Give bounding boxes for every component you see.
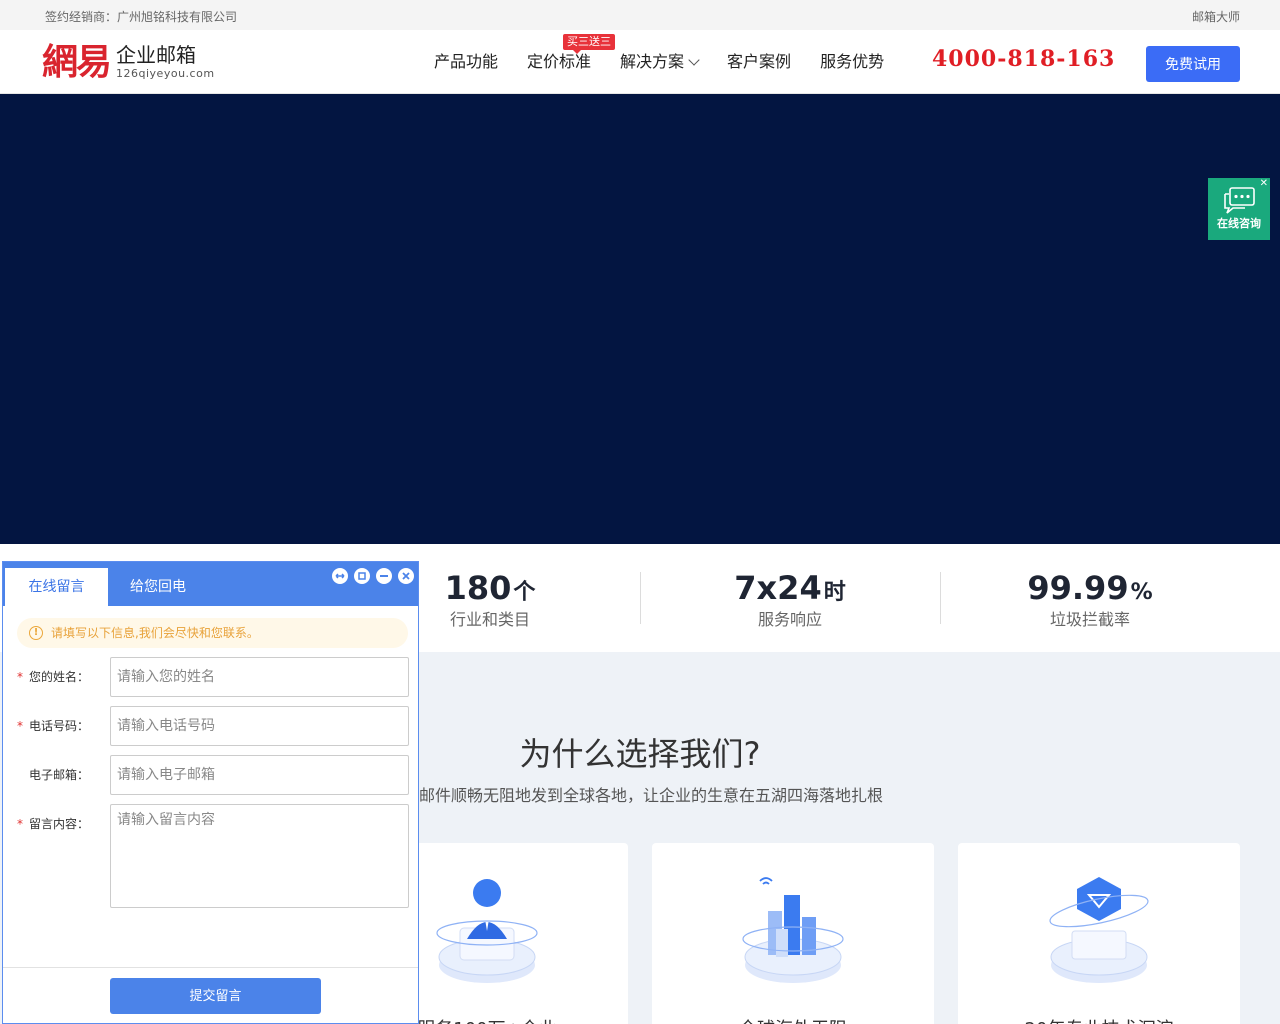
nav-customer-cases[interactable]: 客户案例 [727, 30, 791, 94]
chevron-down-icon [688, 54, 700, 66]
global-network-icon [742, 877, 844, 983]
minimize-icon[interactable] [376, 568, 392, 584]
feature-card-tech: 20年专业技术沉淀 [958, 843, 1240, 1024]
mailmaster-link[interactable]: 邮箱大师 [1192, 8, 1240, 25]
name-label: * 您的姓名： [17, 670, 90, 684]
netease-logo-mark: 網易 [42, 41, 112, 83]
consult-label: 在线咨询 [1217, 217, 1261, 230]
name-input[interactable] [110, 657, 409, 697]
stat-service-response: 7x24时 服务响应 [734, 569, 846, 629]
site-header: 網易 企业邮箱 126qiyeyou.com 产品功能 定价标准 买三送三 解决… [0, 30, 1280, 94]
maximize-icon[interactable] [354, 568, 370, 584]
top-strip: 签约经销商：广州旭铭科技有限公司 邮箱大师 [0, 0, 1280, 30]
panel-divider [3, 967, 418, 968]
promo-badge: 买三送三 [563, 34, 616, 54]
close-icon[interactable] [398, 568, 414, 584]
hotline-number: 4000-818-163 [932, 46, 1116, 72]
nav-pricing[interactable]: 定价标准 买三送三 [527, 30, 616, 94]
chat-bubble-icon [1224, 187, 1255, 214]
nav-product-features[interactable]: 产品功能 [434, 30, 498, 94]
main-nav: 产品功能 定价标准 买三送三 解决方案 客户案例 服务优势 [434, 30, 913, 94]
logo-title: 企业邮箱 [116, 43, 197, 67]
card-text: 20年专业技术沉淀 [958, 1015, 1240, 1024]
warning-icon: ! [29, 626, 43, 640]
submit-message-button[interactable]: 提交留言 [110, 978, 321, 1014]
feature-card-global: 全球海外无阻 [652, 843, 934, 1024]
phone-label: * 电话号码： [17, 719, 90, 733]
email-label: 电子邮箱： [29, 768, 90, 782]
logo-domain: 126qiyeyou.com [116, 67, 215, 80]
dealer-text: 签约经销商：广州旭铭科技有限公司 [45, 10, 238, 24]
expand-icon[interactable] [332, 568, 348, 584]
leave-message-panel: 在线留言 给您回电 ! 请填写以下信息,我们会尽快和您联系。 *您的姓名： *电… [2, 561, 419, 1024]
panel-header: 在线留言 给您回电 [3, 562, 418, 606]
online-consult-widget[interactable]: ✕ 在线咨询 [1208, 178, 1270, 240]
diamond-tech-icon [1049, 877, 1149, 983]
nav-service-advantages[interactable]: 服务优势 [820, 30, 884, 94]
free-trial-button[interactable]: 免费试用 [1146, 46, 1240, 82]
nav-solutions[interactable]: 解决方案 [620, 30, 700, 94]
message-label: * 留言内容： [17, 817, 90, 831]
stat-spam-block-rate: 99.99% 垃圾拦截率 [1027, 569, 1153, 629]
message-textarea[interactable] [110, 804, 409, 908]
site-logo[interactable]: 網易 企业邮箱 126qiyeyou.com [42, 40, 215, 84]
info-notice: ! 请填写以下信息,我们会尽快和您联系。 [17, 618, 408, 648]
hero-banner [0, 94, 1280, 544]
tab-leave-message[interactable]: 在线留言 [5, 568, 108, 606]
customer-service-icon [436, 879, 538, 983]
phone-input[interactable] [110, 706, 409, 746]
close-icon[interactable]: ✕ [1260, 178, 1268, 190]
tab-callback[interactable]: 给您回电 [115, 568, 201, 606]
email-input[interactable] [110, 755, 409, 795]
card-text: 全球海外无阻 [652, 1015, 934, 1024]
